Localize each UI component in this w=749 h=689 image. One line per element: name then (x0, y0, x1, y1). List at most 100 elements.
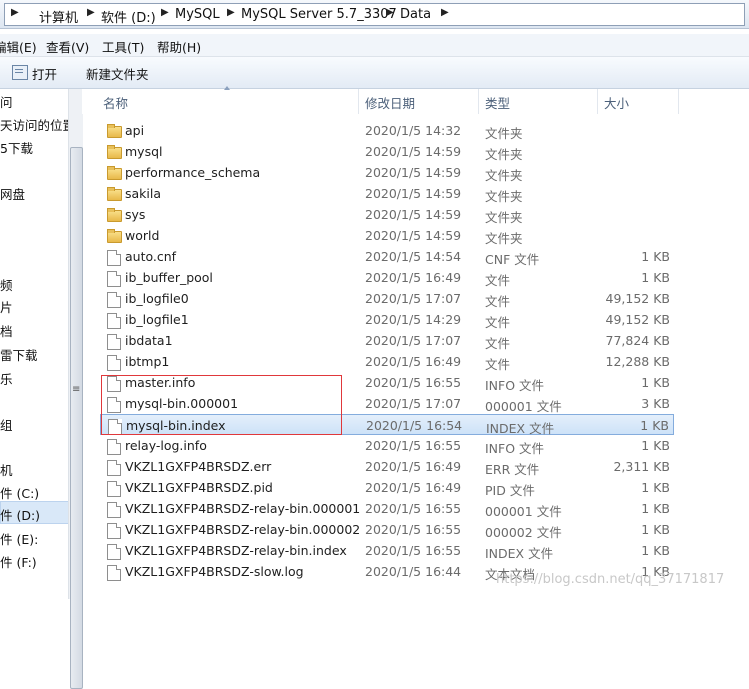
file-type: 文件 (485, 273, 511, 288)
file-row[interactable]: VKZL1GXFP4BRSDZ-relay-bin.000002 2020/1/5… (100, 519, 674, 540)
folder-icon (107, 145, 122, 159)
column-type[interactable]: 类型 (485, 93, 510, 112)
file-date: 2020/1/5 16:54 (366, 418, 463, 433)
file-row[interactable]: VKZL1GXFP4BRSDZ-relay-bin.000001 2020/1/5… (100, 498, 674, 519)
file-icon (107, 271, 121, 287)
nav-item-drive-c[interactable]: 件 (C:) (0, 483, 39, 502)
file-name: VKZL1GXFP4BRSDZ-relay-bin.000001 (125, 501, 361, 516)
file-name: ib_logfile1 (125, 312, 189, 327)
column-divider[interactable] (358, 89, 359, 114)
nav-item-pictures[interactable]: 片 (0, 297, 13, 316)
breadcrumb-item-mysql[interactable]: MySQL (175, 7, 220, 22)
file-type: 文件夹 (485, 231, 523, 246)
file-name: mysql (125, 144, 163, 159)
file-type: 文件 (485, 294, 511, 309)
file-icon (107, 502, 121, 518)
new-folder-button[interactable]: 新建文件夹 (86, 64, 149, 83)
nav-item-videos[interactable]: 频 (0, 275, 13, 294)
file-name: world (125, 228, 160, 243)
nav-item-documents[interactable]: 档 (0, 321, 13, 340)
nav-item-music[interactable]: 乐 (0, 369, 13, 388)
breadcrumb-item-data[interactable]: Data (400, 7, 431, 22)
nav-item[interactable]: 问 (0, 92, 13, 111)
scrollbar-thumb[interactable] (70, 147, 83, 689)
chevron-right-icon[interactable]: ▶ (441, 7, 449, 18)
file-date: 2020/1/5 14:59 (365, 165, 462, 180)
file-name: VKZL1GXFP4BRSDZ-relay-bin.index (125, 543, 347, 558)
folder-row[interactable]: sakila 2020/1/5 14:59 文件夹 (100, 183, 674, 204)
menu-edit[interactable]: 编辑(E) (0, 37, 37, 56)
annotation-highlight-box (101, 375, 342, 435)
chevron-right-icon[interactable]: ▶ (386, 7, 394, 18)
file-row[interactable]: VKZL1GXFP4BRSDZ-relay-bin.index 2020/1/5 … (100, 540, 674, 561)
file-size: 1 KB (641, 480, 670, 495)
breadcrumb[interactable]: ▶ 计算机 ▶ 软件 (D:) ▶ MySQL ▶ MySQL Server 5… (4, 3, 745, 26)
file-row[interactable]: VKZL1GXFP4BRSDZ.err 2020/1/5 16:49 ERR 文件 2… (100, 456, 674, 477)
nav-item-drive-e[interactable]: 件 (E): (0, 529, 38, 548)
file-type: INDEX 文件 (485, 546, 554, 561)
nav-item-recent-places[interactable]: 天访问的位置 (0, 115, 68, 134)
column-name[interactable]: 名称 (103, 93, 128, 112)
nav-item-computer[interactable]: 机 (0, 460, 13, 479)
file-row[interactable]: relay-log.info 2020/1/5 16:55 INFO 文件 1 KB (100, 435, 674, 456)
folder-row[interactable]: mysql 2020/1/5 14:59 文件夹 (100, 141, 674, 162)
column-date[interactable]: 修改日期 (365, 93, 415, 112)
open-button[interactable]: 打开 (32, 64, 57, 83)
file-type: INFO 文件 (485, 441, 545, 456)
file-row[interactable]: ib_buffer_pool 2020/1/5 16:49 文件 1 KB (100, 267, 674, 288)
file-row[interactable]: VKZL1GXFP4BRSDZ.pid 2020/1/5 16:49 PID 文件 1… (100, 477, 674, 498)
nav-item-homegroup[interactable]: 组 (0, 415, 13, 434)
file-row[interactable]: auto.cnf 2020/1/5 14:54 CNF 文件 1 KB (100, 246, 674, 267)
file-name: ibdata1 (125, 333, 173, 348)
file-type: 文件夹 (485, 210, 523, 225)
nav-item-thunder-downloads[interactable]: 雷下载 (0, 345, 38, 364)
folder-row[interactable]: world 2020/1/5 14:59 文件夹 (100, 225, 674, 246)
file-row[interactable]: ibdata1 2020/1/5 17:07 文件 77,824 KB (100, 330, 674, 351)
nav-item-netdisk[interactable]: 网盘 (0, 184, 25, 203)
column-size[interactable]: 大小 (604, 93, 629, 112)
file-type: 文件夹 (485, 147, 523, 162)
chevron-right-icon[interactable]: ▶ (227, 7, 235, 18)
watermark: https://blog.csdn.net/qq_37171817 (496, 572, 725, 587)
nav-item-downloads[interactable]: 5下载 (0, 138, 33, 157)
file-type: 文件夹 (485, 126, 523, 141)
column-divider[interactable] (478, 89, 479, 114)
column-divider[interactable] (597, 89, 598, 114)
file-icon (107, 523, 121, 539)
column-divider[interactable] (678, 89, 679, 114)
file-row[interactable]: ib_logfile1 2020/1/5 14:29 文件 49,152 KB (100, 309, 674, 330)
file-size: 77,824 KB (605, 333, 670, 348)
menu-help[interactable]: 帮助(H) (157, 37, 201, 56)
open-icon (12, 65, 28, 80)
file-size: 1 KB (641, 375, 670, 390)
menu-view[interactable]: 查看(V) (46, 37, 89, 56)
menu-bar: 编辑(E) 查看(V) 工具(T) 帮助(H) (0, 34, 749, 57)
grip-icon[interactable]: ≡ (72, 384, 80, 395)
folder-row[interactable]: api 2020/1/5 14:32 文件夹 (100, 120, 674, 141)
nav-item-drive-f[interactable]: 件 (F:) (0, 552, 37, 571)
folder-icon (107, 124, 122, 138)
folder-row[interactable]: performance_schema 2020/1/5 14:59 文件夹 (100, 162, 674, 183)
breadcrumb-item-computer[interactable]: 计算机 (39, 7, 78, 26)
file-type: INFO 文件 (485, 378, 545, 393)
file-name: auto.cnf (125, 249, 177, 264)
breadcrumb-item-mysql-server[interactable]: MySQL Server 5.7_3307 (241, 7, 397, 22)
file-icon (107, 313, 121, 329)
file-date: 2020/1/5 16:55 (365, 375, 462, 390)
file-row[interactable]: ibtmp1 2020/1/5 16:49 文件 12,288 KB (100, 351, 674, 372)
file-type: CNF 文件 (485, 252, 540, 267)
folder-row[interactable]: sys 2020/1/5 14:59 文件夹 (100, 204, 674, 225)
file-name: ib_buffer_pool (125, 270, 213, 285)
chevron-right-icon[interactable]: ▶ (161, 7, 169, 18)
file-row[interactable]: ib_logfile0 2020/1/5 17:07 文件 49,152 KB (100, 288, 674, 309)
file-date: 2020/1/5 16:55 (365, 543, 462, 558)
file-name: performance_schema (125, 165, 261, 180)
menu-tools[interactable]: 工具(T) (102, 37, 144, 56)
file-date: 2020/1/5 16:49 (365, 459, 462, 474)
navigation-scrollbar[interactable] (68, 89, 83, 689)
breadcrumb-item-drive-d[interactable]: 软件 (D:) (101, 7, 156, 26)
file-size: 1 KB (641, 249, 670, 264)
nav-item-drive-d[interactable]: 件 (D:) (0, 505, 40, 524)
file-date: 2020/1/5 14:59 (365, 207, 462, 222)
chevron-right-icon[interactable]: ▶ (87, 7, 95, 18)
